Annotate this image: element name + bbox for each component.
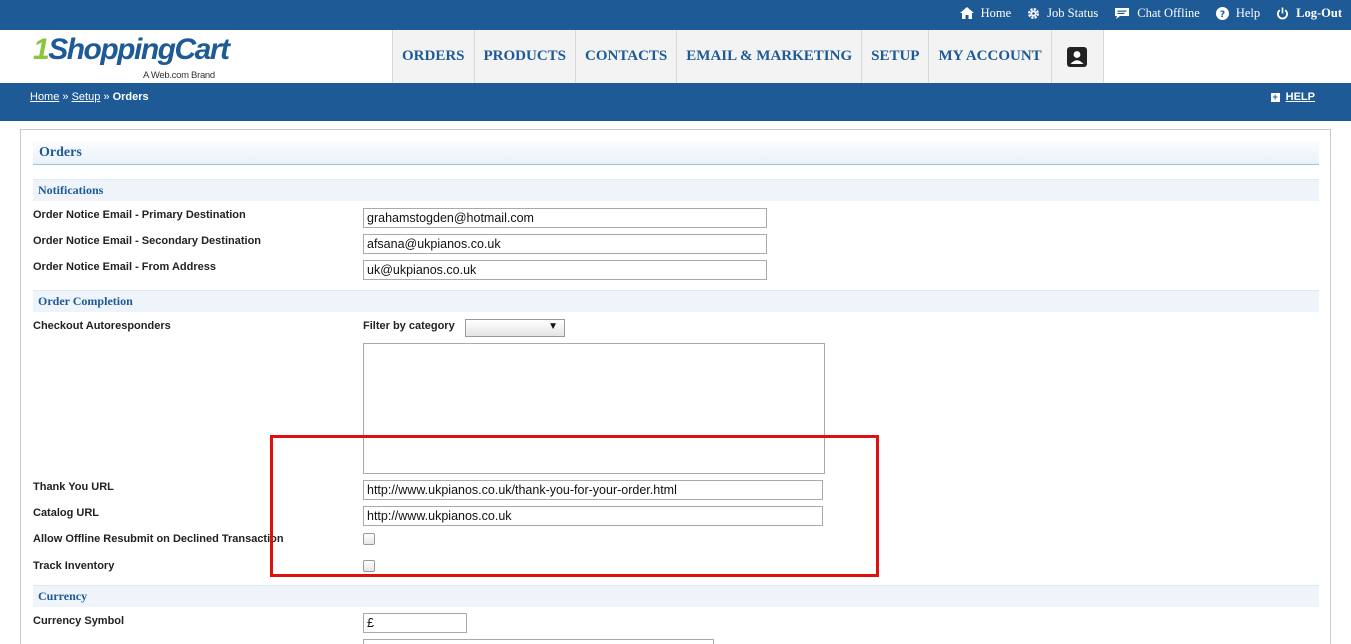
nav-orders[interactable]: ORDERS: [393, 30, 475, 83]
user-profile-icon: [1067, 46, 1088, 67]
primary-email-input[interactable]: grahamstogden@hotmail.com: [363, 208, 767, 228]
breadcrumb-current: Orders: [112, 91, 149, 103]
content-panel: Orders Notifications Order Notice Email …: [20, 129, 1331, 644]
power-icon: [1277, 7, 1289, 19]
from-address-label: Order Notice Email - From Address: [33, 261, 216, 273]
logout-label: Log-Out: [1296, 5, 1342, 20]
currency-next-input[interactable]: [363, 639, 714, 644]
job-status-label: Job Status: [1047, 5, 1099, 20]
breadcrumb-separator: »: [62, 91, 69, 103]
track-inventory-label: Track Inventory: [33, 560, 115, 572]
catalog-url-label: Catalog URL: [33, 507, 99, 519]
filter-category-label: Filter by category: [363, 320, 455, 332]
currency-symbol-input[interactable]: £: [363, 613, 467, 633]
nav-email-marketing[interactable]: EMAIL & MARKETING: [677, 30, 863, 83]
help-button-label: HELP: [1285, 91, 1315, 103]
thank-you-url-label: Thank You URL: [33, 481, 114, 493]
plus-icon: +: [1270, 91, 1280, 102]
svg-text:?: ?: [1220, 10, 1225, 20]
offline-resubmit-label: Allow Offline Resubmit on Declined Trans…: [33, 533, 284, 545]
currency-symbol-label: Currency Symbol: [33, 615, 125, 627]
from-address-input[interactable]: uk@ukpianos.co.uk: [363, 260, 767, 280]
checkout-autoresponders-label: Checkout Autoresponders: [33, 320, 171, 332]
home-link-label: Home: [980, 5, 1012, 20]
nav-account-profile[interactable]: [1051, 30, 1104, 83]
nav-products[interactable]: PRODUCTS: [474, 30, 577, 83]
catalog-url-input[interactable]: http://www.ukpianos.co.uk: [363, 506, 823, 526]
breadcrumb-separator: »: [103, 91, 110, 103]
logo-wordmark: 1ShoppingCart: [33, 33, 230, 66]
secondary-email-input[interactable]: afsana@ukpianos.co.uk: [363, 234, 767, 254]
top-utility-bar: Home Job Status Chat Offline ? Help Log-…: [0, 0, 1351, 30]
job-status-link[interactable]: Job Status: [1027, 6, 1098, 21]
home-icon: [959, 7, 974, 19]
logo-tagline: A Web.com Brand: [143, 70, 215, 81]
nav-setup[interactable]: SETUP: [862, 30, 930, 83]
section-notifications: Notifications: [33, 179, 1319, 201]
track-inventory-checkbox[interactable]: [363, 560, 375, 572]
main-nav: ORDERS PRODUCTS CONTACTS EMAIL & MARKETI…: [392, 30, 1104, 83]
nav-my-account[interactable]: MY ACCOUNT: [929, 30, 1052, 83]
logout-link[interactable]: Log-Out: [1276, 6, 1342, 21]
utility-nav: Home Job Status Chat Offline ? Help Log-…: [944, 0, 1342, 26]
chat-label: Chat Offline: [1137, 5, 1200, 20]
help-label: Help: [1235, 5, 1261, 20]
section-currency: Currency: [33, 585, 1319, 607]
offline-resubmit-checkbox[interactable]: [363, 533, 375, 545]
home-link[interactable]: Home: [959, 5, 1012, 21]
primary-email-label: Order Notice Email - Primary Destination: [33, 209, 246, 221]
thank-you-url-input[interactable]: http://www.ukpianos.co.uk/thank-you-for-…: [363, 480, 823, 500]
section-order-completion: Order Completion: [33, 290, 1319, 312]
breadcrumb-setup[interactable]: Setup: [72, 91, 101, 103]
autoresponders-listbox[interactable]: [363, 343, 825, 474]
breadcrumb-home[interactable]: Home: [30, 91, 59, 103]
breadcrumb-bar: Home » Setup » Orders + HELP: [0, 83, 1351, 121]
help-link-top[interactable]: ? Help: [1215, 5, 1261, 21]
secondary-email-label: Order Notice Email - Secondary Destinati…: [33, 235, 262, 247]
dropdown-arrow-icon: ▼: [548, 321, 558, 332]
help-button[interactable]: + HELP: [1270, 91, 1315, 103]
page-title: Orders: [33, 142, 1319, 165]
question-icon: ?: [1215, 6, 1229, 20]
breadcrumb: Home » Setup » Orders: [30, 91, 149, 103]
nav-contacts[interactable]: CONTACTS: [576, 30, 678, 83]
chat-bubble-icon: [1115, 7, 1130, 19]
logo[interactable]: 1ShoppingCart A Web.com Brand: [33, 33, 243, 83]
chat-link[interactable]: Chat Offline: [1114, 6, 1200, 21]
gear-icon: [1028, 7, 1040, 19]
header: 1ShoppingCart A Web.com Brand ORDERS PRO…: [0, 30, 1351, 83]
filter-category-select[interactable]: ▼: [465, 319, 565, 337]
